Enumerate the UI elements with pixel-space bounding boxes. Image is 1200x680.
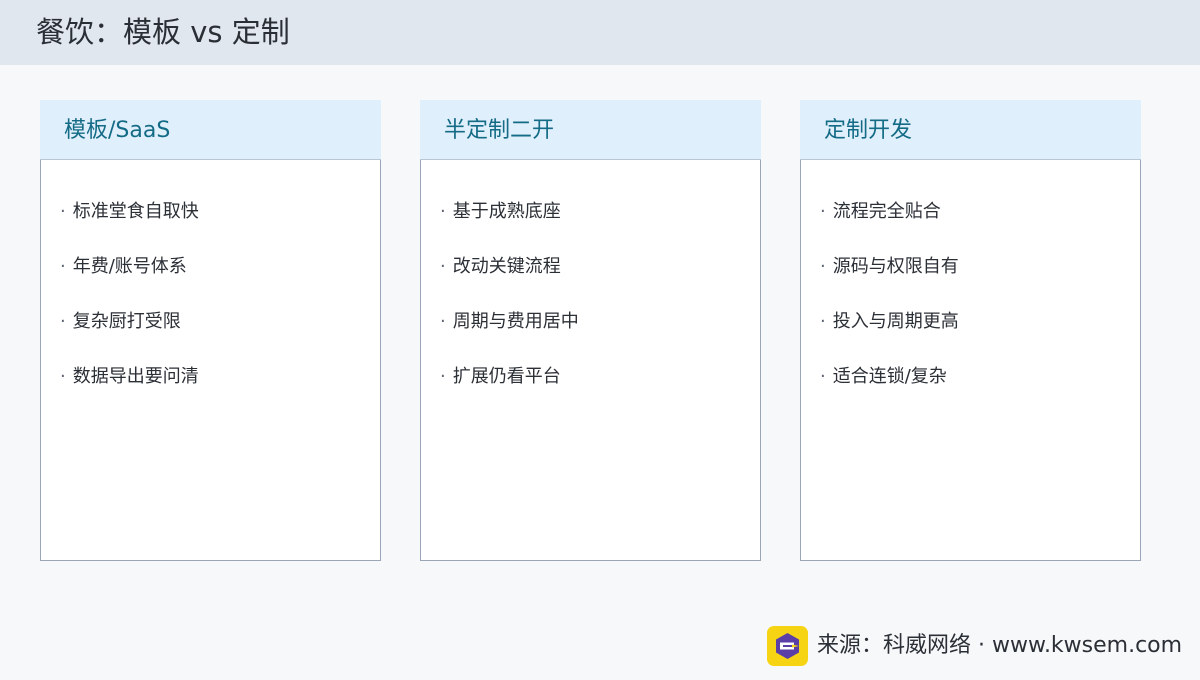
card-title: 定制开发	[824, 118, 913, 143]
list-item: · 周期与费用居中	[440, 311, 579, 332]
card-template-saas: 模板/SaaS · 标准堂食自取快 · 年费/账号体系 · 复杂厨打受限 · 数据导出要…	[40, 100, 381, 561]
card-item-list: · 标准堂食自取快 · 年费/账号体系 · 复杂厨打受限 · 数据导出要问清	[60, 199, 199, 419]
card-title: 半定制二开	[444, 118, 555, 143]
list-item: · 数据导出要问清	[60, 366, 199, 387]
list-item: · 投入与周期更高	[820, 311, 959, 332]
source-footer: 来源：科威网络 · www.kwsem.com	[767, 626, 1182, 666]
kwsem-logo-icon	[767, 626, 808, 666]
comparison-cards: 模板/SaaS · 标准堂食自取快 · 年费/账号体系 · 复杂厨打受限 · 数据导出要…	[40, 100, 1141, 561]
card-title: 模板/SaaS	[64, 118, 171, 143]
source-credit: 来源：科威网络 · www.kwsem.com	[817, 633, 1183, 658]
list-item: · 扩展仍看平台	[440, 366, 561, 387]
list-item: · 源码与权限自有	[820, 256, 959, 277]
list-item: · 流程完全贴合	[820, 201, 941, 222]
card-item-list: · 流程完全贴合 · 源码与权限自有 · 投入与周期更高 · 适合连锁/复杂	[820, 199, 959, 419]
list-item: · 适合连锁/复杂	[820, 366, 947, 387]
list-item: · 改动关键流程	[440, 256, 561, 277]
list-item: · 标准堂食自取快	[60, 201, 199, 222]
list-item: · 年费/账号体系	[60, 256, 187, 277]
list-item: · 基于成熟底座	[440, 201, 561, 222]
page-title: 餐饮：模板 vs 定制	[36, 15, 290, 49]
header-bar: 餐饮：模板 vs 定制	[0, 0, 1200, 65]
card-item-list: · 基于成熟底座 · 改动关键流程 · 周期与费用居中 · 扩展仍看平台	[440, 199, 579, 419]
list-item: · 复杂厨打受限	[60, 311, 181, 332]
card-custom-dev: 定制开发 · 流程完全贴合 · 源码与权限自有 · 投入与周期更高 · 适合连锁/复杂	[800, 100, 1141, 561]
card-semi-custom: 半定制二开 · 基于成熟底座 · 改动关键流程 · 周期与费用居中 · 扩展仍看平台	[420, 100, 761, 561]
